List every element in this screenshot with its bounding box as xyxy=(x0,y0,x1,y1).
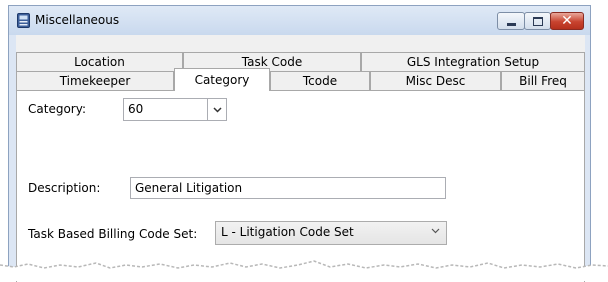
tab-label: Misc Desc xyxy=(405,74,466,88)
task-code-set-select[interactable]: L - Litigation Code Set xyxy=(215,221,447,245)
description-label: Description: xyxy=(28,181,101,195)
tab-label: Location xyxy=(74,55,125,69)
chevron-down-icon xyxy=(431,228,440,234)
tab-label: GLS Integration Setup xyxy=(406,55,540,69)
description-input[interactable]: General Litigation xyxy=(130,177,446,199)
tab-label: Bill Freq xyxy=(519,74,567,88)
category-tab-panel: Category: 60 Description: General Litiga… xyxy=(16,90,585,282)
tab-label: Tcode xyxy=(302,74,338,88)
tab-misc-desc[interactable]: Misc Desc xyxy=(370,71,501,90)
task-code-set-value: L - Litigation Code Set xyxy=(221,225,354,239)
tab-tcode[interactable]: Tcode xyxy=(270,71,370,90)
tab-timekeeper[interactable]: Timekeeper xyxy=(16,71,174,90)
chevron-down-icon xyxy=(212,106,222,113)
minimize-icon xyxy=(506,22,516,26)
app-icon xyxy=(17,13,30,28)
category-input[interactable]: 60 xyxy=(123,98,208,121)
tab-category[interactable]: Category xyxy=(174,68,270,91)
category-label: Category: xyxy=(28,102,86,116)
tab-label: Category xyxy=(194,73,250,87)
maximize-icon xyxy=(532,16,543,26)
tab-label: Timekeeper xyxy=(59,74,131,88)
title-bar[interactable]: Miscellaneous ✕ xyxy=(9,6,590,35)
torn-edge xyxy=(0,260,608,281)
tab-gls-integration-setup[interactable]: GLS Integration Setup xyxy=(361,52,585,71)
miscellaneous-window: Miscellaneous ✕ Location Task Code GLS I… xyxy=(8,5,591,282)
close-button[interactable]: ✕ xyxy=(550,12,584,30)
maximize-button[interactable] xyxy=(524,12,551,30)
client-area: Location Task Code GLS Integration Setup… xyxy=(16,35,585,282)
minimize-button[interactable] xyxy=(497,12,525,30)
tab-bill-freq[interactable]: Bill Freq xyxy=(501,71,585,90)
tab-label: Task Code xyxy=(241,55,303,69)
close-icon: ✕ xyxy=(561,13,573,29)
window-title: Miscellaneous xyxy=(35,13,120,27)
category-dropdown-button[interactable] xyxy=(207,98,227,121)
task-code-set-label: Task Based Billing Code Set: xyxy=(28,227,198,241)
tab-location[interactable]: Location xyxy=(16,52,183,71)
